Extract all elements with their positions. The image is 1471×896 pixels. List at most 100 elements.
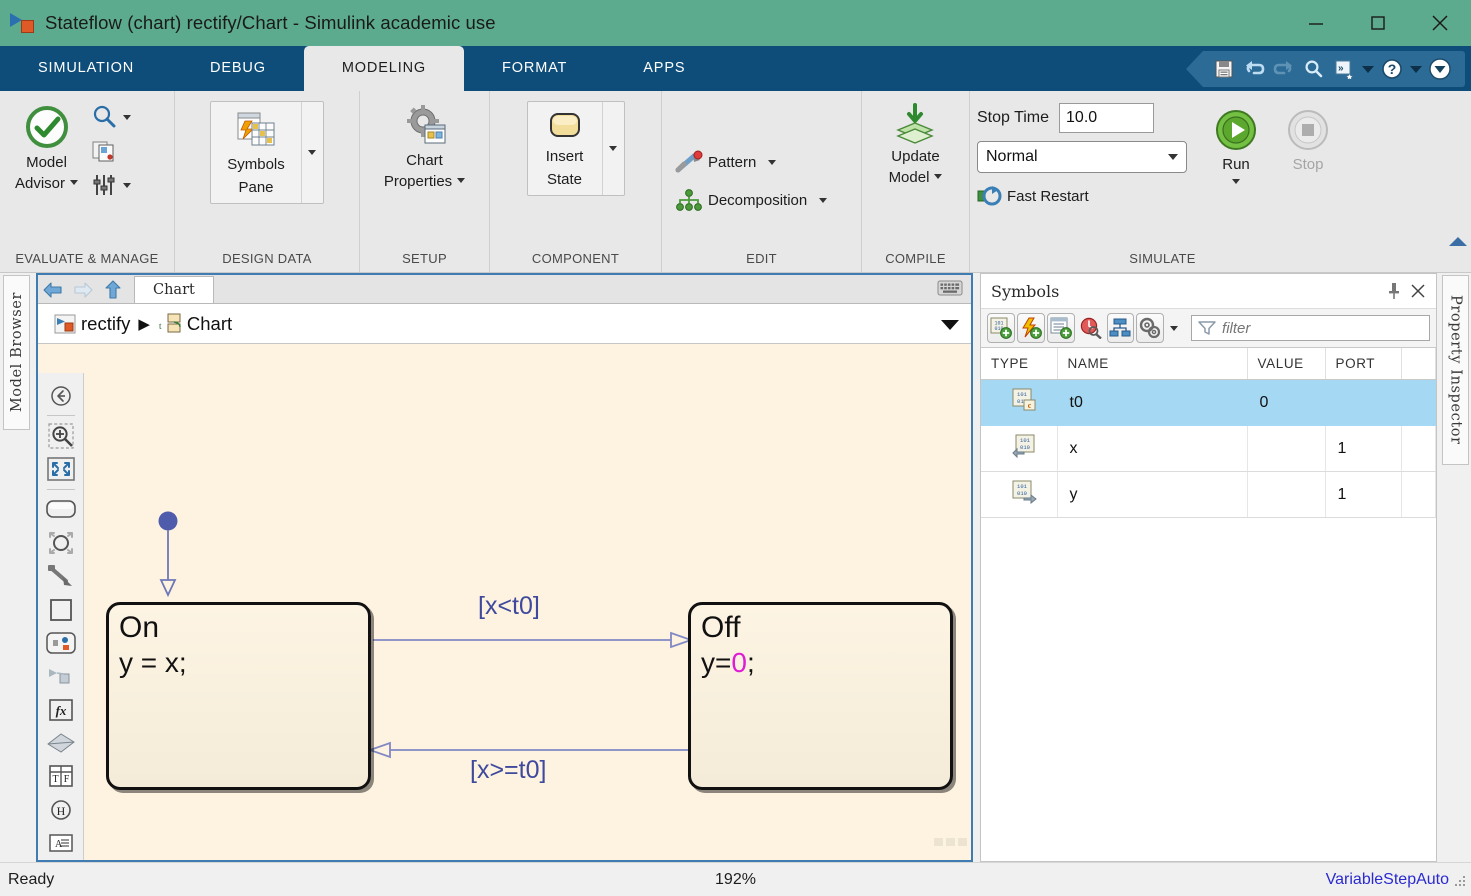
tab-modeling[interactable]: MODELING bbox=[303, 46, 465, 91]
column-value[interactable]: VALUE bbox=[1247, 348, 1326, 380]
fit-to-view-icon[interactable] bbox=[42, 453, 80, 486]
transition-icon[interactable] bbox=[42, 560, 80, 593]
find-caret-icon[interactable] bbox=[123, 114, 132, 120]
history-junction-icon[interactable]: H bbox=[42, 793, 80, 826]
compare-button[interactable] bbox=[86, 135, 136, 167]
tab-debug[interactable]: DEBUG bbox=[172, 46, 304, 91]
maximize-button[interactable] bbox=[1347, 0, 1409, 46]
update-model-button[interactable]: Update Model bbox=[881, 99, 951, 191]
chevron-down-icon[interactable] bbox=[70, 180, 79, 185]
settings-dropdown-caret[interactable] bbox=[1166, 313, 1181, 343]
chevron-down-icon[interactable] bbox=[934, 174, 943, 179]
simulation-mode-select[interactable]: Normal bbox=[977, 141, 1187, 173]
property-inspector-tab[interactable]: Property Inspector bbox=[1442, 275, 1469, 465]
navigate-back-icon[interactable] bbox=[42, 379, 80, 412]
column-type[interactable]: TYPE bbox=[981, 348, 1058, 380]
insert-state-dropdown[interactable] bbox=[601, 102, 624, 195]
stop-time-input[interactable] bbox=[1059, 103, 1155, 133]
symbol-value[interactable] bbox=[1247, 425, 1326, 472]
tab-format[interactable]: FORMAT bbox=[464, 46, 605, 91]
model-advisor-button[interactable]: Model Advisor bbox=[7, 99, 86, 197]
find-button[interactable] bbox=[86, 101, 136, 133]
resolve-undefined-icon[interactable] bbox=[1077, 313, 1105, 343]
chevron-down-icon[interactable] bbox=[457, 178, 466, 183]
state-on[interactable]: On y = x; bbox=[106, 602, 371, 790]
help-dropdown-caret[interactable] bbox=[1407, 54, 1425, 84]
show-hierarchy-icon[interactable] bbox=[1106, 313, 1135, 343]
up-button[interactable] bbox=[98, 276, 128, 303]
tab-chart[interactable]: Chart bbox=[134, 276, 214, 303]
zoom-in-icon[interactable] bbox=[42, 419, 80, 452]
transition-label-on-to-off[interactable]: [x<t0] bbox=[478, 592, 540, 621]
box-icon[interactable] bbox=[42, 593, 80, 626]
table-row[interactable]: 101 010 y 1 bbox=[981, 471, 1436, 518]
add-message-icon[interactable] bbox=[1046, 313, 1075, 343]
pin-icon[interactable] bbox=[1382, 279, 1406, 303]
chart-properties-button[interactable]: Chart Properties bbox=[376, 99, 473, 195]
symbols-pane-dropdown[interactable] bbox=[300, 102, 323, 203]
symbol-value[interactable]: 0 bbox=[1247, 379, 1326, 426]
minimize-button[interactable] bbox=[1285, 0, 1347, 46]
back-button[interactable] bbox=[38, 276, 68, 303]
table-row[interactable]: 101 010 x 1 bbox=[981, 425, 1436, 472]
symbols-pane-split-button[interactable]: Symbols Pane bbox=[210, 101, 324, 204]
simulink-function-icon[interactable] bbox=[42, 660, 80, 693]
breadcrumb-dropdown[interactable] bbox=[941, 320, 959, 330]
help-icon[interactable]: ? bbox=[1377, 54, 1407, 84]
breadcrumb-item-chart[interactable]: t Chart bbox=[158, 313, 232, 335]
run-button[interactable]: Run bbox=[1205, 103, 1267, 188]
breadcrumb-label-rectify: rectify bbox=[81, 312, 131, 334]
state-off[interactable]: Off y=0; bbox=[688, 602, 953, 790]
more-options-icon[interactable] bbox=[1425, 54, 1455, 84]
keyboard-icon[interactable] bbox=[937, 279, 963, 302]
symbols-pane-button[interactable]: Symbols Pane bbox=[211, 102, 301, 203]
decomposition-button[interactable]: Decomposition bbox=[669, 185, 832, 217]
chart-canvas-wrapper: On y = x; Off y=0; [x<t0] [x>=t0] fx T F… bbox=[38, 344, 971, 860]
add-event-icon[interactable] bbox=[1016, 313, 1045, 343]
pattern-button[interactable]: Pattern bbox=[669, 147, 781, 179]
shortcuts-dropdown-caret[interactable] bbox=[1359, 54, 1377, 84]
add-data-icon[interactable]: 101 010 bbox=[987, 313, 1015, 343]
canvas-horizontal-scrollbar[interactable] bbox=[84, 846, 971, 860]
model-browser-tab[interactable]: Model Browser bbox=[3, 275, 30, 430]
filter-box[interactable] bbox=[1191, 315, 1431, 341]
undo-icon[interactable] bbox=[1239, 54, 1269, 84]
close-icon[interactable] bbox=[1406, 279, 1430, 303]
collapse-ribbon-button[interactable] bbox=[1449, 237, 1467, 246]
insert-state-button[interactable]: Insert State bbox=[528, 102, 602, 195]
column-port[interactable]: PORT bbox=[1325, 348, 1402, 380]
table-row[interactable]: 101 010 c t0 0 bbox=[981, 379, 1436, 426]
run-label: Run bbox=[1222, 156, 1250, 173]
shortcuts-icon[interactable]: » bbox=[1329, 54, 1359, 84]
close-button[interactable] bbox=[1409, 0, 1471, 46]
symbol-name: y bbox=[1057, 471, 1248, 518]
search-icon[interactable] bbox=[1299, 54, 1329, 84]
breadcrumb-item-rectify[interactable]: rectify bbox=[54, 313, 130, 335]
symbol-value[interactable] bbox=[1247, 471, 1326, 518]
annotation-icon[interactable]: A bbox=[42, 827, 80, 860]
tab-simulation[interactable]: SIMULATION bbox=[0, 46, 172, 91]
run-caret-icon[interactable] bbox=[1232, 179, 1240, 184]
stop-label: Stop bbox=[1292, 156, 1324, 173]
chart-canvas[interactable]: On y = x; Off y=0; [x<t0] [x>=t0] bbox=[38, 344, 971, 860]
matlab-function-icon[interactable]: fx bbox=[42, 693, 80, 726]
graphical-function-icon[interactable] bbox=[42, 626, 80, 659]
model-settings-button[interactable] bbox=[86, 169, 136, 201]
transition-label-off-to-on[interactable]: [x>=t0] bbox=[470, 756, 546, 785]
insert-state-split-button[interactable]: Insert State bbox=[526, 101, 625, 196]
fast-restart-button[interactable]: Fast Restart bbox=[977, 181, 1187, 211]
junction-icon[interactable] bbox=[42, 526, 80, 559]
state-icon[interactable] bbox=[42, 493, 80, 526]
window-resize-grip[interactable] bbox=[1453, 874, 1467, 893]
truth-table-icon[interactable]: TF bbox=[42, 760, 80, 793]
redo-icon[interactable] bbox=[1269, 54, 1299, 84]
column-name[interactable]: NAME bbox=[1057, 348, 1248, 380]
message-icon[interactable] bbox=[42, 726, 80, 759]
settings-caret-icon[interactable] bbox=[123, 182, 132, 188]
tab-apps[interactable]: APPS bbox=[605, 46, 723, 91]
save-icon[interactable] bbox=[1209, 54, 1239, 84]
filter-input[interactable] bbox=[1222, 319, 1424, 337]
pattern-caret-icon[interactable] bbox=[768, 160, 777, 165]
settings-icon[interactable] bbox=[1136, 313, 1165, 343]
decomposition-caret-icon[interactable] bbox=[819, 198, 828, 203]
